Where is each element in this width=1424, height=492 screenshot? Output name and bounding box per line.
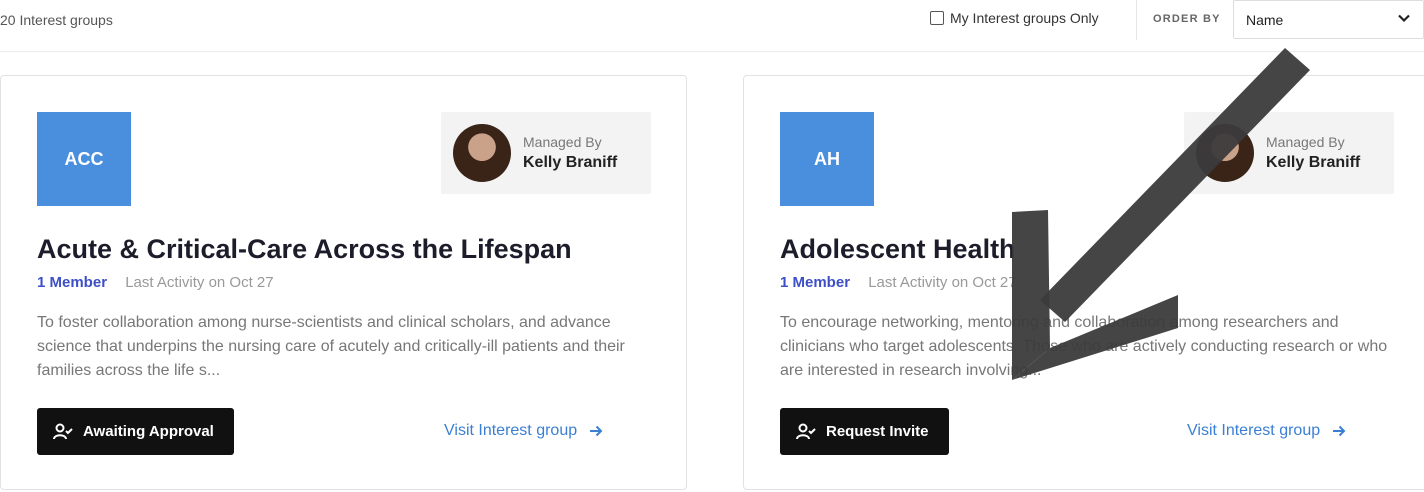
chevron-down-icon [1398, 14, 1410, 23]
avatar [1196, 124, 1254, 182]
group-initials-tile: AH [780, 112, 874, 206]
manager-box: Managed By Kelly Braniff [1184, 112, 1394, 194]
awaiting-approval-label: Awaiting Approval [83, 423, 214, 440]
visit-group-link[interactable]: Visit Interest group [444, 422, 603, 440]
toolbar-divider [1136, 0, 1137, 40]
group-meta: 1 Member Last Activity on Oct 27 [37, 274, 274, 291]
group-description: To foster collaboration among nurse-scie… [37, 314, 625, 379]
visit-group-link[interactable]: Visit Interest group [1187, 422, 1346, 440]
request-invite-label: Request Invite [826, 423, 929, 440]
arrow-right-icon [590, 425, 603, 437]
group-initials-tile: ACC [37, 112, 131, 206]
list-toolbar: 20 Interest groups My Interest groups On… [0, 0, 1424, 52]
request-invite-button[interactable]: Request Invite [780, 408, 949, 455]
interest-group-card: AH Managed By Kelly Braniff Adolescent H… [743, 75, 1424, 490]
my-groups-checkbox[interactable] [930, 11, 944, 25]
visit-group-label: Visit Interest group [1187, 422, 1321, 439]
group-title[interactable]: Acute & Critical-Care Across the Lifespa… [37, 234, 572, 265]
my-groups-label: My Interest groups Only [950, 10, 1099, 26]
arrow-right-icon [1333, 425, 1346, 437]
member-count-link[interactable]: 1 Member [37, 274, 107, 291]
group-meta: 1 Member Last Activity on Oct 27 [780, 274, 1017, 291]
user-check-icon [53, 423, 73, 439]
order-by-value: Name [1246, 12, 1284, 28]
order-by-select[interactable]: Name [1233, 0, 1424, 39]
managed-by-label: Managed By [1266, 134, 1345, 150]
group-description: To encourage networking, mentoring and c… [780, 314, 1388, 379]
last-activity: Last Activity on Oct 27 [125, 274, 274, 291]
avatar [453, 124, 511, 182]
awaiting-approval-button[interactable]: Awaiting Approval [37, 408, 234, 455]
group-title[interactable]: Adolescent Health [780, 234, 1016, 265]
visit-group-label: Visit Interest group [444, 422, 578, 439]
last-activity: Last Activity on Oct 27 [868, 274, 1017, 291]
my-groups-filter[interactable]: My Interest groups Only [930, 10, 1099, 26]
manager-name: Kelly Braniff [1266, 154, 1361, 171]
manager-box: Managed By Kelly Braniff [441, 112, 651, 194]
interest-group-card: ACC Managed By Kelly Braniff Acute & Cri… [0, 75, 687, 490]
user-check-icon [796, 423, 816, 439]
order-by-label: ORDER BY [1153, 13, 1221, 25]
member-count-link[interactable]: 1 Member [780, 274, 850, 291]
group-count: 20 Interest groups [0, 12, 113, 28]
manager-name: Kelly Braniff [523, 154, 618, 171]
managed-by-label: Managed By [523, 134, 602, 150]
